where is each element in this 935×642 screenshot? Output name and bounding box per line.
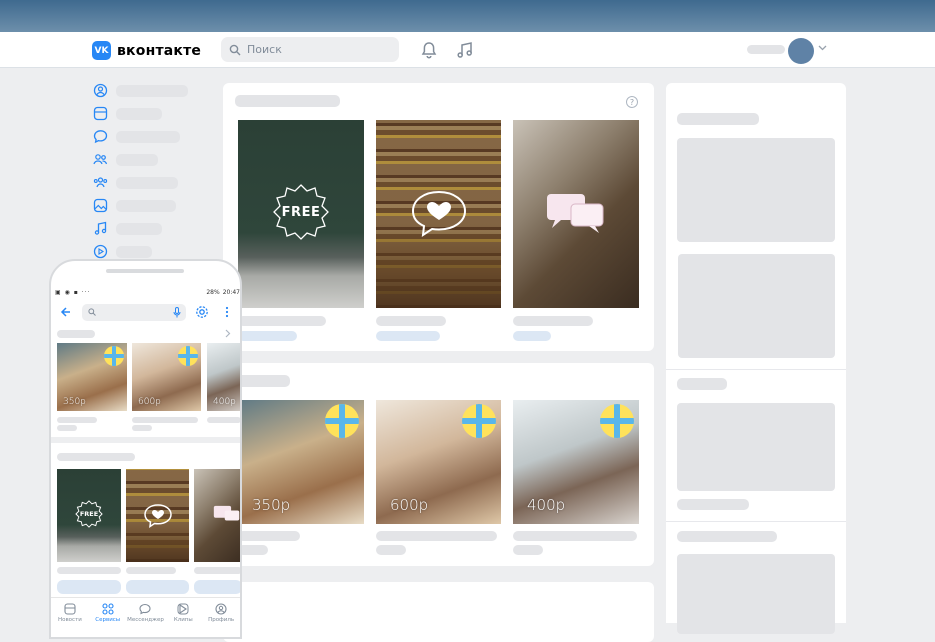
services-card-3 [223,582,654,642]
messenger-icon [93,130,108,144]
phone-service-tile-library[interactable] [126,469,189,562]
background-photo-strip [0,0,935,32]
back-arrow-icon[interactable] [60,306,72,318]
services-card-2: 350р 600р 400р [223,363,654,566]
price-label: 600р [138,397,161,407]
chat-heart-icon [411,190,466,238]
bell-icon[interactable] [419,40,439,60]
sidebar-item-communities[interactable] [93,175,178,190]
tab-label: Клипы [173,616,193,623]
gear-icon[interactable] [195,305,209,319]
sidebar-item-profile[interactable] [93,83,188,98]
course-tile-350[interactable]: 350р [238,400,364,524]
microphone-icon[interactable] [173,307,181,318]
sidebar-item-messenger[interactable] [93,129,180,144]
friends-icon [93,154,108,165]
lingvolandia-logo [600,404,634,438]
price-label: 600р [390,496,429,514]
video-icon [93,244,108,259]
search-icon [229,44,241,55]
sidebar-item-friends[interactable] [93,152,158,167]
right-panel [666,83,846,634]
profile-icon [93,83,108,98]
search-box[interactable] [221,37,399,62]
mobile-phone-mockup: ▣ ◉ ▪ ··· 28%20:47 350р 600р 400р FREE [49,259,242,639]
service-tile-library[interactable] [376,120,501,308]
user-name-placeholder [747,45,785,54]
section-title-placeholder [235,95,340,107]
chevron-right-icon[interactable] [225,329,231,338]
phone-service-tile-cafe[interactable] [194,469,240,562]
free-label: FREE [79,509,99,518]
free-badge-icon: FREE [272,183,330,245]
chevron-down-icon[interactable] [818,45,827,51]
tab-label: Профиль [208,616,235,623]
price-label: 400р [213,397,236,407]
sidebar-item-music[interactable] [93,221,162,236]
clock: 20:47 [222,288,240,296]
vk-logo-text: вконтакте [117,42,202,59]
free-label: FREE [281,204,321,220]
clips-icon [177,603,189,614]
top-header: VK вконтакте [0,32,935,68]
communities-icon [93,177,108,188]
phone-search-input[interactable] [82,304,186,321]
price-label: 350р [252,496,291,514]
search-icon [88,308,96,316]
course-tile-600[interactable]: 600р [376,400,501,524]
phone-speaker [106,269,184,273]
price-label: 350р [63,397,86,407]
photos-icon [93,198,108,213]
vk-logo-mark: VK [92,41,111,60]
avatar[interactable] [788,38,814,64]
sidebar-item-video[interactable] [93,244,152,259]
battery-level: 28% [206,288,220,296]
services-card-1: ? FREE [223,83,654,351]
sidebar-item-photos[interactable] [93,198,176,213]
free-badge-icon: FREE [75,499,103,532]
news-icon [64,602,76,615]
phone-course-tile-350[interactable]: 350р [57,343,127,411]
tab-label: Новости [57,616,82,623]
help-icon[interactable]: ? [626,96,638,108]
music-icon [94,221,107,235]
more-vertical-icon[interactable] [225,306,229,318]
sidebar-item-news[interactable] [93,106,162,121]
tab-label: Сервисы [95,616,121,623]
lingvolandia-logo [178,346,198,366]
price-label: 400р [527,496,566,514]
service-tile-cafe[interactable] [513,120,639,308]
phone-course-tile-400[interactable]: 400р [207,343,240,411]
phone-course-tile-600[interactable]: 600р [132,343,201,411]
lingvolandia-logo [325,404,359,438]
music-icon[interactable] [455,40,475,60]
search-input[interactable] [247,43,377,56]
chat-bubbles-icon [213,505,240,521]
notification-icons: ▣ ◉ ▪ ··· [55,288,91,296]
course-tile-400[interactable]: 400р [513,400,639,524]
vk-logo[interactable]: VK вконтакте [92,41,201,60]
phone-service-tile-free[interactable]: FREE [57,469,121,562]
service-tile-free[interactable]: FREE [238,120,364,308]
chat-bubbles-icon [547,194,604,233]
services-icon [102,602,114,615]
tab-label: Мессенджер [127,616,164,623]
news-icon [93,106,108,121]
chat-heart-icon [143,503,172,528]
lingvolandia-logo [104,346,124,366]
lingvolandia-logo [462,404,496,438]
phone-status-bar: ▣ ◉ ▪ ··· 28% 20:47 [55,287,240,297]
profile-icon [215,602,227,615]
messenger-icon [139,603,152,614]
